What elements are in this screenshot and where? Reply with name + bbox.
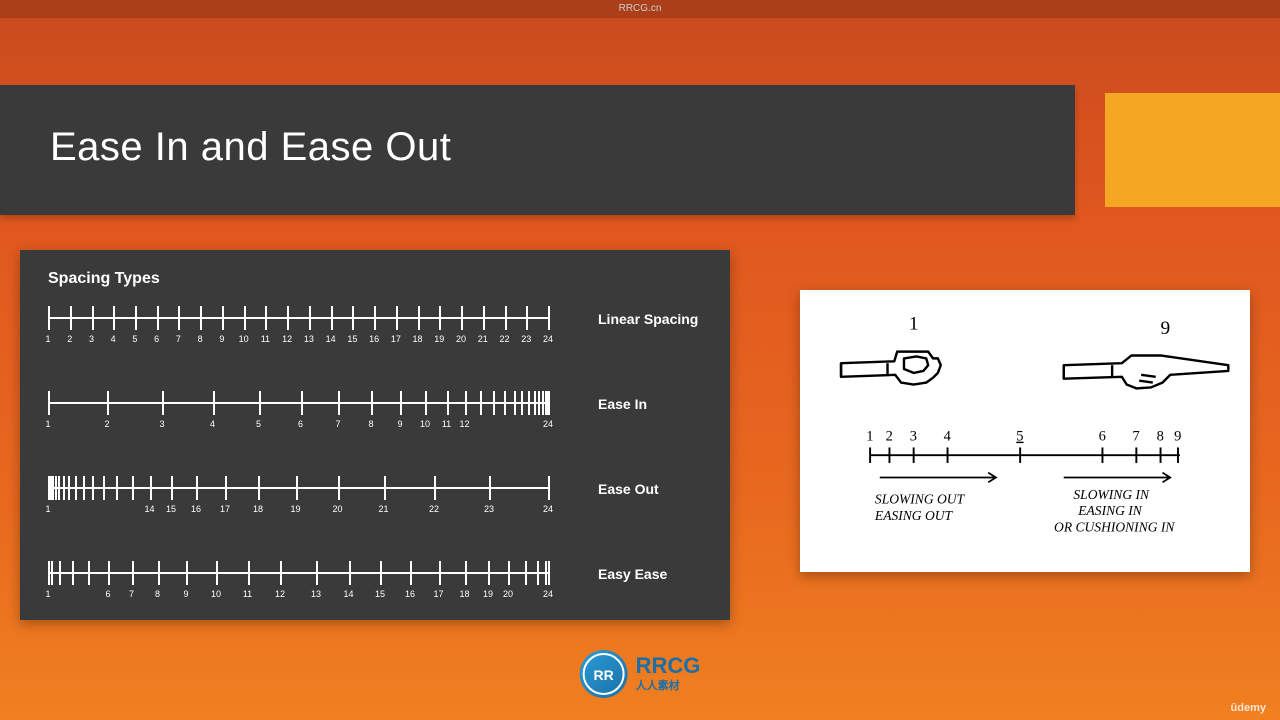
- svg-text:9: 9: [1174, 429, 1181, 445]
- rrcg-logo-circle: RR: [580, 650, 628, 698]
- rrcg-text: RRCG: [636, 655, 701, 677]
- hand-fist-icon: [841, 352, 941, 385]
- svg-text:1: 1: [866, 429, 873, 445]
- accent-block: [1105, 93, 1280, 207]
- udemy-watermark: ûdemy: [1231, 702, 1266, 714]
- svg-text:2: 2: [886, 429, 893, 445]
- label-easy-ease: Easy Ease: [598, 566, 667, 582]
- svg-text:OR CUSHIONING IN: OR CUSHIONING IN: [1054, 520, 1175, 535]
- svg-text:RR: RR: [593, 667, 613, 683]
- arrows: [880, 473, 1170, 483]
- svg-text:SLOWING IN: SLOWING IN: [1073, 487, 1150, 502]
- hand-sketch-svg: 1 9 123456789 SLOWING OUT EASING OU: [812, 302, 1238, 560]
- svg-text:5: 5: [1016, 429, 1023, 445]
- svg-text:4: 4: [944, 429, 952, 445]
- svg-text:EASING OUT: EASING OUT: [874, 508, 954, 523]
- svg-text:SLOWING OUT: SLOWING OUT: [875, 492, 966, 507]
- svg-text:7: 7: [1132, 429, 1139, 445]
- svg-text:EASING IN: EASING IN: [1077, 503, 1143, 518]
- rrcg-subtext: 人人素材: [636, 677, 701, 693]
- spacing-types-panel: Spacing Types 12345678910111213141516171…: [20, 250, 730, 620]
- captions: SLOWING OUT EASING OUT SLOWING IN EASING…: [874, 487, 1175, 535]
- page-title: Ease In and Ease Out: [50, 125, 1025, 170]
- hand-point-icon: [1064, 355, 1229, 388]
- sketch-numbers: 12 3 4 5 6 7 89: [866, 429, 1181, 445]
- frame-1-label: 1: [909, 313, 919, 334]
- svg-text:8: 8: [1157, 429, 1164, 445]
- svg-text:3: 3: [910, 429, 917, 445]
- panel-title: Spacing Types: [48, 270, 702, 288]
- label-ease-out: Ease Out: [598, 481, 659, 497]
- hand-sketch-panel: 1 9 123456789 SLOWING OUT EASING OU: [800, 290, 1250, 572]
- label-ease-in: Ease In: [598, 396, 647, 412]
- top-watermark: RRCG.cn: [0, 0, 1280, 18]
- title-band: Ease In and Ease Out: [0, 85, 1075, 215]
- row-ease-out: 11415161718192021222324 Ease Out: [48, 476, 702, 531]
- label-linear: Linear Spacing: [598, 311, 698, 327]
- row-easy-ease: 16789101112131415161718192024 Easy Ease: [48, 561, 702, 616]
- row-ease-in: 12345678910111224 Ease In: [48, 391, 702, 446]
- row-linear: 123456789101112131415161718192021222324 …: [48, 306, 702, 361]
- frame-9-label: 9: [1161, 318, 1171, 339]
- rrcg-logo: RR RRCG 人人素材: [580, 650, 701, 698]
- svg-text:6: 6: [1099, 429, 1106, 445]
